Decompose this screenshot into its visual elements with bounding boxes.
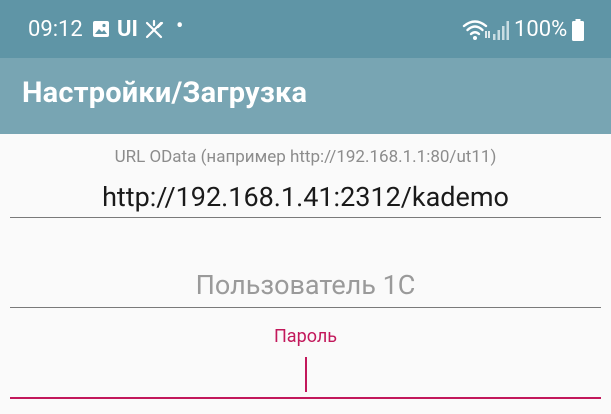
status-bar: 09:12 UI • 100% (0, 0, 611, 58)
url-input[interactable]: http://192.168.1.41:2312/kademo (0, 181, 611, 213)
status-time: 09:12 (28, 17, 83, 42)
satellite-off-icon (145, 19, 164, 39)
signal-icon (493, 21, 509, 40)
url-field-hint: URL OData (например http://192.168.1.1:8… (114, 147, 497, 167)
wifi-icon (462, 20, 490, 40)
ui-indicator: UI (117, 17, 138, 42)
page-title: Настройки/Загрузка (22, 76, 308, 110)
app-bar: Настройки/Загрузка (0, 58, 611, 134)
password-field-label: Пароль (273, 326, 338, 347)
url-input-underline (10, 217, 601, 218)
password-input[interactable] (10, 397, 601, 399)
image-icon (93, 21, 109, 37)
user-input[interactable]: Пользователь 1С (0, 269, 611, 301)
user-input-underline (10, 307, 601, 308)
battery-percent: 100% (514, 17, 568, 42)
battery-icon (572, 19, 584, 41)
text-cursor (305, 357, 307, 392)
notification-dot: • (176, 14, 184, 39)
